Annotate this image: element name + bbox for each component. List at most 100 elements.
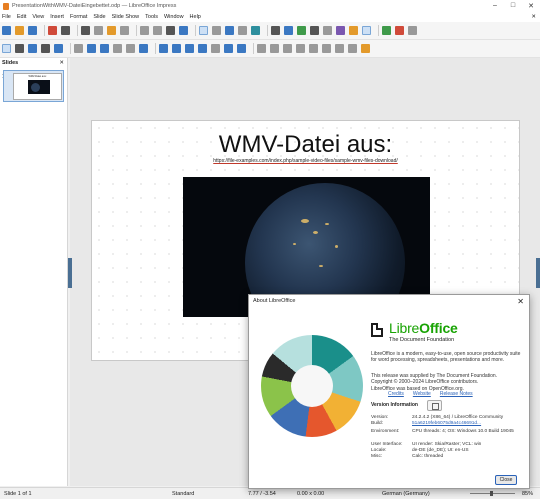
collapse-left-panel-handle[interactable] [68,258,72,288]
website-link[interactable]: Website [413,391,431,397]
special-character-icon[interactable] [323,26,332,35]
toolbar-separator [44,25,45,36]
print-icon[interactable] [61,26,70,35]
copy-version-info-button[interactable] [427,400,442,411]
export-pdf-icon[interactable] [48,26,57,35]
textbox-icon[interactable] [310,26,319,35]
line-color-icon[interactable] [41,44,50,53]
filter-icon[interactable] [335,44,344,53]
redo-icon[interactable] [153,26,162,35]
fontwork-icon[interactable] [336,26,345,35]
maximize-button[interactable]: □ [504,2,522,10]
slide-url[interactable]: https://file-examples.com/index.php/samp… [92,158,519,164]
delete-slide-icon[interactable] [395,26,404,35]
symbol-shapes-icon[interactable] [172,44,181,53]
chart-icon[interactable] [297,26,306,35]
build-link[interactable]: 51a6219feb6075d9a4c46691d... [412,421,532,427]
rotate-icon[interactable] [257,44,266,53]
distribute-icon[interactable] [296,44,305,53]
standard-toolbar [0,22,540,40]
copy-icon[interactable] [94,26,103,35]
close-document-icon[interactable]: ✕ [531,14,536,20]
clone-formatting-icon[interactable] [120,26,129,35]
menu-view[interactable]: View [32,14,44,20]
credits-link[interactable]: Credits [388,391,404,397]
callouts-icon[interactable] [211,44,220,53]
minimize-button[interactable]: – [486,2,504,10]
show-draw-functions-icon[interactable] [361,44,370,53]
crop-icon[interactable] [322,44,331,53]
title-bar: PresentationWithWMV-DateiEingebettet.odp… [0,0,540,12]
menu-slide[interactable]: Slide [93,14,105,20]
curves-icon[interactable] [126,44,135,53]
dialog-close-icon[interactable]: ✕ [517,297,524,306]
3d-objects-icon[interactable] [237,44,246,53]
basic-shapes-icon[interactable] [159,44,168,53]
close-window-button[interactable]: ✕ [522,2,540,10]
toolbar-separator [267,25,268,36]
paste-icon[interactable] [107,26,116,35]
status-layout[interactable]: Standard [172,491,194,497]
select-icon[interactable] [2,44,11,53]
menu-insert[interactable]: Insert [50,14,64,20]
master-slide-icon[interactable] [238,26,247,35]
about-links: Credits Website Release Notes [371,391,526,397]
zoom-slider[interactable] [470,491,515,496]
sidebar-toggle-icon[interactable] [362,26,371,35]
save-icon[interactable] [28,26,37,35]
flowchart-icon[interactable] [198,44,207,53]
document-logo-icon [371,323,383,337]
block-arrows-icon[interactable] [185,44,194,53]
image-icon[interactable] [284,26,293,35]
slide-thumbnail-item[interactable]: WMV-Datei aus: [3,70,64,102]
window-title: PresentationWithWMV-DateiEingebettet.odp… [12,3,177,9]
align-icon[interactable] [270,44,279,53]
open-icon[interactable] [15,26,24,35]
undo-icon[interactable] [140,26,149,35]
close-panel-icon[interactable]: ✕ [59,60,64,66]
helplines-icon[interactable] [212,26,221,35]
display-views-icon[interactable] [225,26,234,35]
toggle-extrusion-icon[interactable] [348,44,357,53]
status-zoom[interactable]: 85% [522,491,533,497]
toolbar-overflow-icon[interactable] [408,26,417,35]
new-icon[interactable] [2,26,11,35]
spelling-icon[interactable] [179,26,188,35]
slide-title[interactable]: WMV-Datei aus: [92,131,519,159]
text-icon[interactable] [28,44,37,53]
city-lights [301,219,309,223]
brand-light: Libre [389,320,420,336]
release-notes-link[interactable]: Release Notes [440,391,473,397]
menu-window[interactable]: Window [164,14,184,20]
media-icon[interactable] [349,26,358,35]
slide-thumbnail[interactable]: WMV-Datei aus: [13,73,62,100]
display-grid-icon[interactable] [199,26,208,35]
table-icon[interactable] [271,26,280,35]
lines-arrows-icon[interactable] [113,44,122,53]
line-icon[interactable] [74,44,83,53]
ellipse-icon[interactable] [100,44,109,53]
start-slideshow-icon[interactable] [251,26,260,35]
menu-format[interactable]: Format [70,14,87,20]
status-size: 0.00 x 0.00 [297,490,325,497]
connectors-icon[interactable] [139,44,148,53]
cut-icon[interactable] [81,26,90,35]
zoom-pan-icon[interactable] [15,44,24,53]
shadow-icon[interactable] [309,44,318,53]
city-lights [293,243,296,245]
menu-file[interactable]: File [2,14,11,20]
toolbar-separator [378,25,379,36]
menu-slide-show[interactable]: Slide Show [112,14,140,20]
fill-color-icon[interactable] [54,44,63,53]
stars-icon[interactable] [224,44,233,53]
close-button[interactable]: Close [495,475,517,485]
collapse-sidebar-handle[interactable] [536,258,540,288]
menu-tools[interactable]: Tools [145,14,158,20]
arrange-icon[interactable] [283,44,292,53]
find-replace-icon[interactable] [166,26,175,35]
rectangle-icon[interactable] [87,44,96,53]
menu-help[interactable]: Help [190,14,201,20]
status-language[interactable]: German (Germany) [382,491,430,497]
new-slide-icon[interactable] [382,26,391,35]
menu-edit[interactable]: Edit [17,14,26,20]
